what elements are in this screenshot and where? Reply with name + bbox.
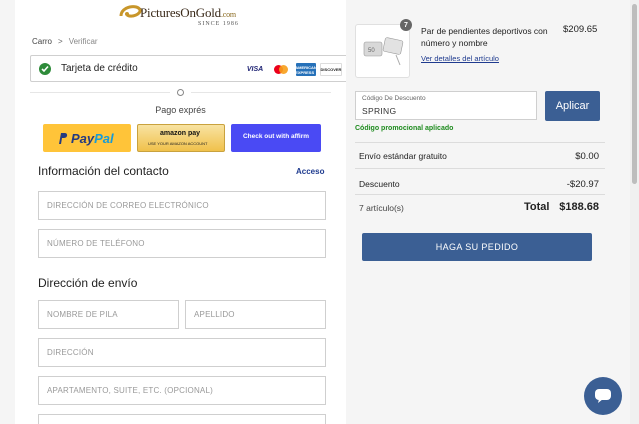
contact-section-title: Información del contacto <box>38 164 169 178</box>
discount-row: Descuento -$20.97 <box>359 179 599 190</box>
shipping-row: Envío estándar gratuito $0.00 <box>359 151 599 162</box>
mastercard-icon <box>272 63 292 76</box>
divider-dot <box>177 89 184 96</box>
product-price: $209.65 <box>563 24 598 35</box>
phone-field[interactable]: NÚMERO DE TELÉFONO <box>38 229 326 258</box>
affirm-button[interactable]: Check out with affirm <box>231 124 321 152</box>
quantity-badge: 7 <box>400 19 412 31</box>
divider <box>355 168 605 169</box>
payment-method-credit-card[interactable]: Tarjeta de crédito VISA AMERICAN EXPRESS… <box>30 55 348 82</box>
checkout-page: PicturesOnGold.com SINCE 1986 Carro > Veri… <box>0 0 639 424</box>
divider <box>355 194 605 195</box>
item-count: 7 artículo(s) <box>359 203 404 213</box>
discount-code-field[interactable]: Código De Descuento SPRING <box>355 91 537 120</box>
order-summary-panel: 50 7 Par de pendientes deportivos con nú… <box>346 0 616 424</box>
discount-code-label: Código De Descuento <box>362 95 426 102</box>
place-order-button[interactable]: HAGA SU PEDIDO <box>362 233 592 261</box>
chat-bubble-icon <box>595 389 611 403</box>
chat-button[interactable] <box>584 377 622 415</box>
divider <box>355 142 605 143</box>
email-field[interactable]: DIRECCIÓN DE CORREO ELECTRÓNICO <box>38 191 326 220</box>
address-field[interactable]: DIRECCIÓN <box>38 338 326 367</box>
total-label: Total <box>524 201 550 213</box>
shipping-label: Envío estándar gratuito <box>359 151 447 161</box>
login-link[interactable]: Acceso <box>296 167 324 176</box>
promo-success-message: Código promocional aplicado <box>355 125 454 132</box>
first-name-field[interactable]: NOMBRE DE PILA <box>38 300 179 329</box>
visa-icon: VISA <box>244 63 266 76</box>
logo-since: SINCE 1986 <box>198 21 239 27</box>
breadcrumb-checkout: Verificar <box>68 37 98 46</box>
last-name-field[interactable]: APELLIDO <box>185 300 326 329</box>
amazon-pay-logo: amazon pay <box>160 130 201 137</box>
discover-icon: DISCOVER <box>320 63 342 76</box>
product-thumbnail[interactable]: 50 <box>355 24 410 78</box>
logo-wordmark: PicturesOnGold.com <box>140 5 236 20</box>
discount-value: -$20.97 <box>566 179 599 190</box>
apartment-field[interactable]: APARTAMENTO, SUITE, ETC. (OPCIONAL) <box>38 376 326 405</box>
check-circle-icon <box>39 63 51 75</box>
page-scrollbar[interactable] <box>630 0 639 424</box>
affirm-label: Check out with affirm <box>242 133 310 140</box>
paypal-icon <box>59 133 68 144</box>
scrollbar-thumb[interactable] <box>632 4 637 184</box>
shipping-value: $0.00 <box>575 151 599 162</box>
amazon-pay-sub: USE YOUR AMAZON ACCOUNT <box>148 141 208 146</box>
site-logo[interactable]: PicturesOnGold.com SINCE 1986 <box>118 2 248 32</box>
view-item-details-link[interactable]: Ver detalles del artículo <box>421 54 499 63</box>
breadcrumb-cart[interactable]: Carro <box>32 37 52 46</box>
amex-icon: AMERICAN EXPRESS <box>295 63 317 76</box>
earrings-image: 50 <box>363 37 404 66</box>
paypal-logo: PayPal <box>57 131 114 146</box>
shipping-section-title: Dirección de envío <box>38 276 138 290</box>
breadcrumb: Carro > Verificar <box>32 37 98 46</box>
total-value: $188.68 <box>559 201 599 213</box>
divider <box>15 89 346 96</box>
apply-coupon-button[interactable]: Aplicar <box>545 91 600 121</box>
next-field[interactable] <box>38 414 326 424</box>
discount-code-value: SPRING <box>362 106 397 116</box>
express-checkout-label: Pago exprés <box>155 105 206 115</box>
checkout-form-panel: PicturesOnGold.com SINCE 1986 Carro > Veri… <box>15 0 348 424</box>
chevron-right-icon: > <box>58 37 63 46</box>
discount-label: Descuento <box>359 179 400 189</box>
amazon-pay-button[interactable]: amazon pay USE YOUR AMAZON ACCOUNT <box>137 124 225 152</box>
payment-method-label: Tarjeta de crédito <box>61 63 138 74</box>
svg-text:50: 50 <box>368 48 375 54</box>
product-name: Par de pendientes deportivos con número … <box>421 26 548 48</box>
paypal-button[interactable]: PayPal <box>43 124 131 152</box>
